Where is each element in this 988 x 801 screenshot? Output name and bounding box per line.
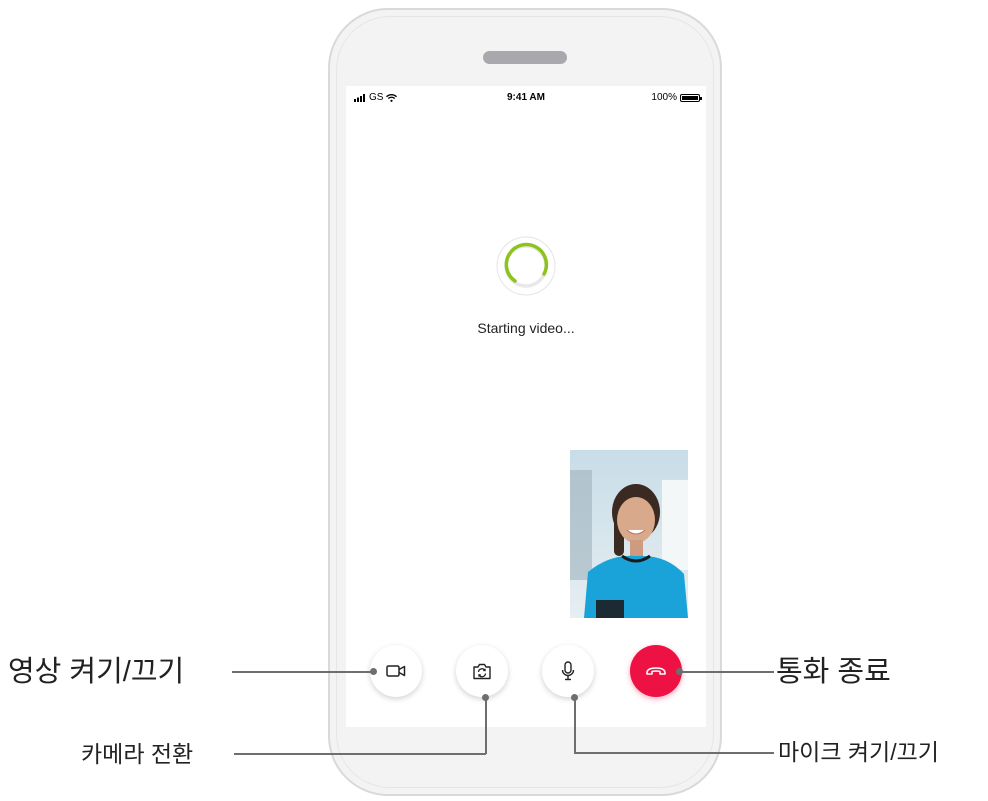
camera-switch-button[interactable] bbox=[456, 645, 508, 697]
callout-video-toggle: 영상 켜기/끄기 bbox=[8, 656, 185, 688]
hang-up-icon bbox=[646, 667, 666, 675]
end-call-button[interactable] bbox=[630, 645, 682, 697]
callout-dot-video bbox=[370, 668, 377, 675]
call-status-text: Starting video... bbox=[477, 320, 575, 336]
callout-line-end bbox=[680, 671, 774, 673]
microphone-icon bbox=[561, 661, 575, 681]
battery-icon bbox=[680, 93, 702, 102]
callout-dot-mic bbox=[571, 694, 578, 701]
phone-speaker bbox=[483, 51, 567, 64]
loading-spinner bbox=[496, 236, 556, 296]
callout-dot-switch bbox=[482, 694, 489, 701]
callout-end-call: 통화 종료 bbox=[776, 656, 891, 688]
camera-switch-icon bbox=[473, 663, 491, 679]
callout-dot-end bbox=[676, 668, 683, 675]
video-toggle-button[interactable] bbox=[370, 645, 422, 697]
callout-line-mic-h bbox=[574, 752, 774, 754]
phone-screen: GS 9:41 AM 100% Starting video... bbox=[346, 86, 706, 727]
battery-percent: 100% bbox=[651, 92, 677, 103]
callout-line-switch-v bbox=[485, 697, 487, 754]
callout-mic-toggle: 마이크 켜기/끄기 bbox=[778, 739, 939, 765]
mic-toggle-button[interactable] bbox=[542, 645, 594, 697]
video-camera-icon bbox=[386, 665, 406, 677]
status-bar: GS 9:41 AM 100% bbox=[346, 86, 706, 108]
callout-camera-switch: 카메라 전환 bbox=[81, 741, 194, 767]
callout-line-mic-v bbox=[574, 697, 576, 753]
callout-line-switch-h bbox=[234, 753, 486, 755]
callout-line-video bbox=[232, 671, 374, 673]
self-video-preview[interactable] bbox=[570, 450, 688, 618]
